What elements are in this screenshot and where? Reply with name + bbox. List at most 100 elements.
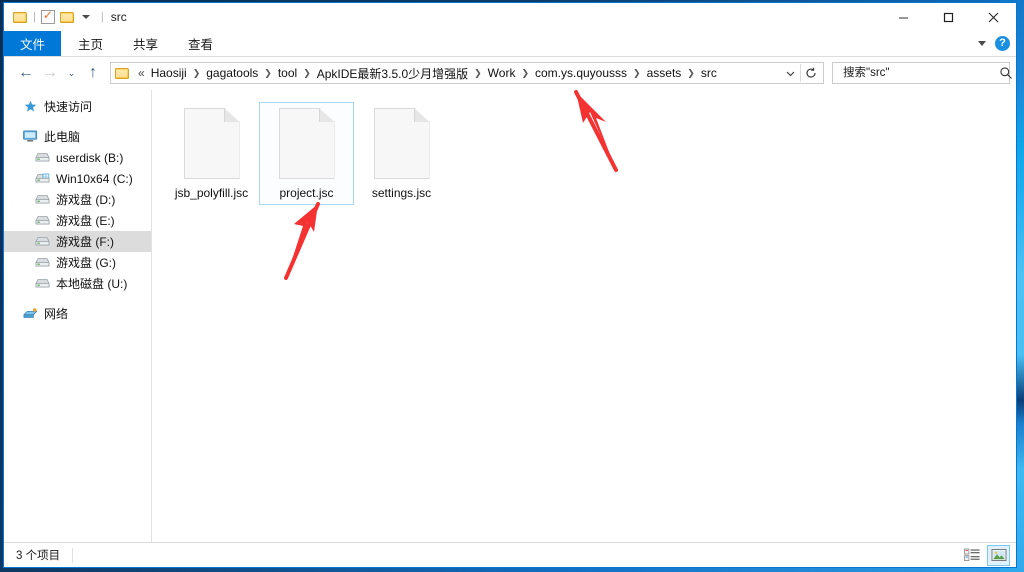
large-icons-view-button[interactable] [987, 544, 1010, 566]
arrow-to-project-file [284, 202, 320, 280]
qat-divider-2: | [100, 11, 104, 23]
tab-share[interactable]: 共享 [118, 31, 173, 56]
sidebar-item-label: 网络 [44, 307, 69, 321]
breadcrumb-sep-icon[interactable]: ❯ [519, 68, 531, 79]
sidebar-item-drive-f[interactable]: 游戏盘 (F:) [4, 231, 151, 252]
qat-divider-1: | [33, 11, 36, 23]
breadcrumb: « Haosiji ❯ gagatools ❯ tool ❯ ApkIDE最新3… [134, 64, 780, 83]
new-folder-icon[interactable] [59, 11, 75, 24]
up-button[interactable]: ↑ [81, 61, 105, 85]
back-button[interactable]: ← [14, 61, 38, 85]
sidebar-item-label: 游戏盘 (F:) [56, 235, 114, 249]
maximize-icon[interactable] [926, 3, 971, 31]
quick-access-toolbar: | | src [4, 8, 127, 24]
breadcrumb-sep-icon[interactable]: ❯ [262, 68, 274, 79]
tab-view[interactable]: 查看 [173, 31, 228, 56]
sidebar-item-userdisk-b[interactable]: userdisk (B:) [4, 147, 151, 168]
navigation-pane: 快速访问 此电脑 userdisk (B:) Win10x64 (C:) 游戏盘… [4, 90, 152, 542]
chevron-down-icon[interactable] [978, 41, 986, 46]
generic-file-icon [183, 108, 240, 179]
sidebar-item-label: 游戏盘 (E:) [56, 214, 115, 228]
breadcrumb-sep-icon[interactable]: ❯ [301, 68, 313, 79]
tab-home[interactable]: 主页 [63, 31, 118, 56]
computer-icon [22, 129, 38, 145]
sidebar-item-win10x64-c[interactable]: Win10x64 (C:) [4, 168, 151, 189]
breadcrumb-sep-icon[interactable]: ❯ [191, 68, 203, 79]
folder-icon[interactable] [13, 11, 28, 24]
sidebar-item-local-disk-u[interactable]: 本地磁盘 (U:) [4, 273, 151, 294]
sidebar-item-quick-access[interactable]: 快速访问 [4, 96, 151, 117]
network-icon [22, 306, 38, 322]
sidebar-item-label: 游戏盘 (G:) [56, 256, 116, 270]
breadcrumb-item-package[interactable]: com.ys.quyousss [531, 65, 631, 81]
title-bar: | | src [4, 3, 1016, 31]
file-item-jsb-polyfill[interactable]: jsb_polyfill.jsc [164, 102, 259, 205]
breadcrumb-sep-icon[interactable]: ❯ [685, 68, 697, 79]
breadcrumb-item-work[interactable]: Work [484, 65, 520, 81]
tab-file[interactable]: 文件 [4, 31, 62, 56]
file-item-project[interactable]: project.jsc [259, 102, 354, 205]
refresh-icon[interactable] [801, 63, 821, 83]
sidebar-item-label: Win10x64 (C:) [56, 171, 133, 186]
address-bar-controls [780, 63, 821, 83]
drive-icon [34, 255, 50, 271]
sidebar-item-label: 快速访问 [44, 100, 93, 114]
generic-file-icon [373, 108, 430, 179]
sidebar-item-drive-d[interactable]: 游戏盘 (D:) [4, 189, 151, 210]
file-name-label: project.jsc [279, 186, 334, 200]
breadcrumb-item-apkide[interactable]: ApkIDE最新3.5.0少月增强版 [313, 64, 472, 83]
drive-icon [34, 150, 50, 166]
sidebar-item-label: 此电脑 [44, 130, 81, 144]
sidebar-item-drive-e[interactable]: 游戏盘 (E:) [4, 210, 151, 231]
sidebar-item-network[interactable]: 网络 [4, 303, 151, 324]
sidebar-item-drive-g[interactable]: 游戏盘 (G:) [4, 252, 151, 273]
breadcrumb-item-src[interactable]: src [697, 65, 721, 81]
help-icon[interactable]: ? [995, 36, 1010, 51]
drive-icon [34, 276, 50, 292]
file-item-settings[interactable]: settings.jsc [354, 102, 449, 205]
file-list-pane[interactable]: jsb_polyfill.jsc project.jsc settings.js… [152, 90, 1016, 542]
breadcrumb-sep-icon[interactable]: ❯ [472, 68, 484, 79]
close-icon[interactable] [971, 3, 1016, 31]
breadcrumb-item-tool[interactable]: tool [274, 65, 301, 81]
forward-button: → [42, 64, 58, 81]
address-folder-icon [115, 67, 130, 80]
drive-icon [34, 213, 50, 229]
navigation-bar: ← → ⌄ ↑ « Haosiji ❯ gagatools ❯ tool ❯ A… [4, 57, 1016, 89]
address-bar[interactable]: « Haosiji ❯ gagatools ❯ tool ❯ ApkIDE最新3… [110, 62, 824, 84]
search-box[interactable] [832, 62, 1013, 84]
details-view-button[interactable] [960, 545, 983, 566]
window-title: src [110, 10, 127, 24]
search-icon[interactable] [999, 66, 1013, 80]
star-icon [22, 99, 38, 115]
window-controls [881, 3, 1016, 31]
breadcrumb-item-gagatools[interactable]: gagatools [202, 65, 262, 81]
breadcrumb-overflow[interactable]: « [134, 65, 147, 81]
properties-icon[interactable] [40, 8, 55, 24]
status-divider [72, 547, 74, 563]
sidebar-item-this-pc[interactable]: 此电脑 [4, 126, 151, 147]
chevron-down-icon[interactable] [81, 15, 90, 19]
file-name-label: jsb_polyfill.jsc [174, 186, 249, 200]
breadcrumb-item-haosiji[interactable]: Haosiji [147, 65, 191, 81]
file-grid: jsb_polyfill.jsc project.jsc settings.js… [152, 90, 1016, 205]
sidebar-item-label: userdisk (B:) [56, 150, 124, 165]
file-explorer-window: | | src 文件 主页 共享 查看 ? [3, 2, 1017, 568]
drive-icon [34, 234, 50, 250]
address-dropdown-icon[interactable] [780, 63, 800, 83]
item-count-label: 3 个项目 [16, 550, 61, 562]
file-name-label: settings.jsc [371, 186, 432, 200]
breadcrumb-sep-icon[interactable]: ❯ [631, 68, 643, 79]
view-mode-buttons [960, 543, 1010, 567]
system-drive-icon [34, 171, 50, 187]
ribbon-right-controls: ? [978, 31, 1010, 56]
minimize-icon[interactable] [881, 3, 926, 31]
sidebar-item-label: 本地磁盘 (U:) [56, 277, 128, 291]
explorer-body: 快速访问 此电脑 userdisk (B:) Win10x64 (C:) 游戏盘… [4, 89, 1016, 542]
recent-locations-button[interactable]: ⌄ [62, 61, 81, 85]
sidebar-item-label: 游戏盘 (D:) [56, 193, 116, 207]
breadcrumb-item-assets[interactable]: assets [643, 65, 686, 81]
search-input[interactable] [841, 66, 999, 80]
